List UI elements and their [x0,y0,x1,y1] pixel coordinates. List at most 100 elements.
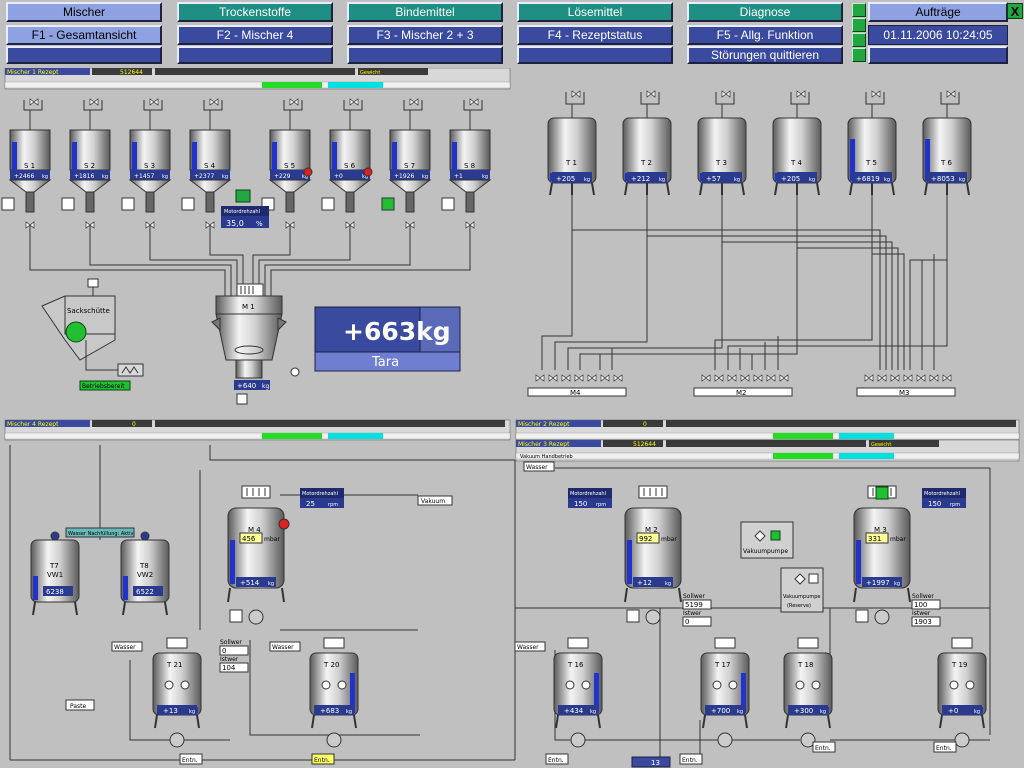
nav-f5-allg-funktion[interactable]: F5 - Allg. Funktion [687,25,843,45]
svg-text:13: 13 [651,759,660,767]
tank-value: +205 [556,175,575,183]
motor-speed-m1: Motordrehzahl 35,0 % [221,189,269,228]
status-bar-m3: Mischer 3 Rezept 512644 Gewicht Vakuum H… [515,439,1020,462]
silo-unit: kg [482,174,488,180]
close-button[interactable]: X [1007,3,1023,19]
istwert-label: Istwer [912,610,931,617]
stoerungen-quittieren-button[interactable]: Störungen quittieren [687,46,843,64]
sollist-box: Sollwer100Istwer1903 [911,593,941,627]
nav-f4-rezeptstatus[interactable]: F4 - Rezeptstatus [517,25,673,45]
silo-value: +2466 [14,173,34,180]
manifold-label: M4 [570,389,581,397]
tank-label: T 19 [951,661,967,669]
nav-blank-2[interactable] [177,46,333,64]
istwert-label: Istwer [220,656,239,663]
status-tag: Gewicht [360,70,380,76]
mixer-rpm: 25 [306,500,315,508]
mixer-rpm: 150 [574,500,587,508]
nav-f2-mischer4[interactable]: F2 - Mischer 4 [177,25,333,45]
sackschuette-label: Sackschütte [67,307,110,315]
tank-value: +212 [631,175,650,183]
nav-blank-5[interactable] [868,46,1008,64]
silo-value: +1 [454,173,463,180]
nav-trockenstoffe[interactable]: Trockenstoffe [177,2,333,22]
entnahme-label: Entn. [182,757,198,764]
auftraege-button[interactable]: Aufträge [868,2,1008,22]
wasser-label: Wasser [272,644,294,651]
mixer-weight-unit: kg [268,581,274,587]
status-bar-m4: Mischer 4 Rezept 0 [4,419,511,441]
motor-unit: % [256,220,263,228]
sollwert-value: 5199 [685,601,703,609]
status-sub: Vakuum Handbetrieb [520,454,573,460]
tank: T 1 +205 kg [547,90,597,196]
silo: S 6+0 kg [321,98,373,229]
indicator-square[interactable] [852,18,866,32]
entnahme-group: Entn. Entn. Entn. Entn. Entn. Entn. [179,741,957,765]
indicator-square[interactable] [852,3,866,17]
motor-label: Motordrehzahl [924,491,960,497]
indicator-square[interactable] [852,33,866,47]
bottom-value: 13 [631,756,671,768]
mixer: M 2992 mbar+12 kgMotordrehzahl150 rpm [568,485,682,625]
tank-group-top: T 1 +205 kg T 2 +212 kg T 3 +57 kg T 4 +205 kg T 5 +6… [547,90,972,196]
tank-group-bottom: T 21+13 kgT 20+683 kgT 16+434 kgT 17+700 kgT… [152,637,987,748]
wasser-label: Wasser [517,644,539,651]
motor-label: Motordrehzahl [224,209,260,215]
istwert-value: 1903 [914,618,932,626]
mixer-weight-unit: kg [665,581,671,587]
nav-bindemittel[interactable]: Bindemittel [347,2,503,22]
tank-unit: kg [189,709,195,715]
tank-vw: T8VW2 6522 [120,531,170,616]
tank: T 2 +212 kg [622,90,672,196]
tank-value: +13 [163,707,178,715]
mixer-weight: +1997 [866,579,890,587]
tank-value: +205 [781,175,800,183]
tank: T 3 +57 kg [697,90,747,196]
svg-text:Vakuumpumpe: Vakuumpumpe [743,548,788,555]
status-code: 512644 [633,441,656,448]
tank-unit: kg [884,177,890,183]
status-code: 0 [643,421,647,428]
tank: T 6 +8053 kg [922,90,972,196]
nav-f3-mischer23[interactable]: F3 - Mischer 2 + 3 [347,25,503,45]
tank-unit: kg [734,177,740,183]
nav-blank-3[interactable] [347,46,503,64]
entnahme-label: Entn. [682,757,698,764]
tank-vw: T7VW1 6238 [30,531,80,616]
manifold-label: M2 [736,389,747,397]
tank-unit: kg [590,709,596,715]
tank-unit: kg [809,177,815,183]
mixer-pressure-unit: mbar [661,536,677,543]
silo-label: S 4 [204,162,216,170]
paste-box: Paste [65,699,95,711]
tank-unit: kg [959,177,965,183]
tank-label: T 17 [714,661,730,669]
tank: T 19 +0 kg [937,637,987,748]
silo-label: S 8 [464,162,475,170]
nav-blank-4[interactable] [517,46,673,64]
nav-diagnose[interactable]: Diagnose [687,2,843,22]
tank-label: T 20 [323,661,339,669]
tank-label: T 16 [567,661,584,669]
nav-mischer[interactable]: Mischer [6,2,162,22]
svg-text:Vakuumpumpe: Vakuumpumpe [783,594,821,600]
mixer-rpm: 150 [928,500,941,508]
scale-display: +663kg Tara [314,306,461,372]
status-bar-m2: Mischer 2 Rezept 0 [515,419,1020,441]
datetime-display: 01.11.2006 10:24:05 [868,25,1008,45]
mixer-rpm-unit: rpm [596,502,606,508]
mixer-m1-weight: +640 [237,382,256,390]
indicator-square[interactable] [852,48,866,62]
nav-loesemittel[interactable]: Lösemittel [517,2,673,22]
svg-text:Paste: Paste [70,703,87,710]
tank-unit: kg [584,177,590,183]
vakuum-label: Vakuum [417,495,453,506]
scale-value: +663kg [343,317,451,346]
nav-f1-gesamtansicht[interactable]: F1 - Gesamtansicht [6,25,162,45]
nav-blank-1[interactable] [6,46,162,64]
sollist-box: Sollwer0Istwer104 [219,639,249,673]
tank-value: +700 [711,707,730,715]
svg-text:Vakuum: Vakuum [421,498,445,505]
mixer-pressure: 992 [639,535,652,543]
